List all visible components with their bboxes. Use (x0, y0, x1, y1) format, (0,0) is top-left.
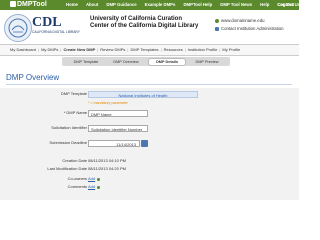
calendar-icon[interactable] (141, 140, 148, 147)
logout-link[interactable]: Log Out (278, 2, 294, 8)
dmptool-logo[interactable]: DMPTool (10, 1, 47, 9)
modification-date-label: Last Modification Date (47, 166, 87, 171)
top-navigation-bar: DMPTool Home About DMP Guidance Example … (0, 0, 300, 10)
top-nav-home[interactable]: Home (66, 2, 78, 8)
deadline-input[interactable]: 11/14/2013 (88, 140, 140, 147)
dmp-step-tabs: DMP Template DMP Overview DMP Details DM… (62, 57, 230, 66)
secondary-navigation: My Dashboard | My DMPs | Create New DMP | R… (0, 44, 299, 56)
tab-dmp-overview[interactable]: DMP Overview (108, 59, 144, 65)
top-nav-help[interactable]: Help (260, 2, 269, 8)
deadline-label: Submission Deadline (49, 140, 87, 145)
top-nav-links: Home About DMP Guidance Example DMPs DMP… (66, 2, 300, 8)
coowners-label: Co-owners (67, 176, 87, 181)
cdl-logo-subtitle: CALIFORNIA DIGITAL LIBRARY (32, 30, 80, 34)
contact-admin-text: Contact Institution Administration (221, 26, 284, 31)
title-divider (6, 84, 292, 85)
tab-dmp-preview[interactable]: DMP Preview (189, 59, 225, 65)
creation-date-value: 08/11/2013 04:10 PM (88, 158, 126, 163)
add-comment-icon[interactable] (97, 185, 100, 189)
subnav-resources[interactable]: Resources (162, 47, 185, 53)
subnav-create-new-dmp[interactable]: Create New DMP (61, 47, 97, 53)
top-nav-dmptool-help[interactable]: DMPTool Help (183, 2, 212, 8)
creation-date-label: Creation Date (62, 158, 87, 163)
dmp-overview-form: DMP Template National Institutes of Heal… (0, 88, 299, 200)
page-title: DMP Overview (6, 73, 60, 82)
top-nav-about[interactable]: About (86, 2, 98, 8)
subnav-my-dmps[interactable]: My DMPs (39, 47, 60, 53)
cdl-logo-icon (4, 14, 32, 42)
institution-header: CDL CALIFORNIA DIGITAL LIBRARY Universit… (0, 10, 299, 44)
contact-icon (215, 27, 219, 31)
institution-website-link[interactable]: www.domainname.edu (215, 17, 284, 25)
contact-admin-link[interactable]: Contact Institution Administration (215, 25, 284, 33)
tab-dmp-template[interactable]: DMP Template (68, 59, 104, 65)
dmp-name-input[interactable]: DMP Name (88, 110, 148, 117)
mandatory-note: * = mandatory parameter (88, 101, 128, 105)
add-coowner-link[interactable]: Add (88, 176, 95, 182)
subnav-dmp-templates[interactable]: DMP Templates (128, 47, 160, 53)
solicitation-input[interactable]: Solicitation Identifier Number (88, 125, 148, 132)
dmptool-logo-text: DMPTool (17, 1, 47, 8)
add-coowner-icon[interactable] (97, 177, 100, 181)
top-nav-dmp-tool-news[interactable]: DMP Tool News (220, 2, 252, 8)
solicitation-label: Solicitation Identifier (51, 125, 87, 130)
template-label: DMP Template (60, 91, 87, 96)
modification-date-value: 08/11/2013 04:20 PM (88, 166, 126, 171)
globe-icon (215, 19, 219, 23)
comments-label: Comments (67, 184, 87, 189)
add-comment-link[interactable]: Add (88, 184, 95, 190)
top-nav-dmp-guidance[interactable]: DMP Guidance (106, 2, 136, 8)
top-nav-example-dmps[interactable]: Example DMPs (145, 2, 176, 8)
subnav-my-dashboard[interactable]: My Dashboard (8, 47, 38, 53)
subnav-institution-profile[interactable]: Institution Profile (186, 47, 220, 53)
cdl-logo-text: CDL (32, 15, 62, 30)
subnav-review-dmps[interactable]: Review DMPs (98, 47, 127, 53)
dmp-name-label: * DMP Name (64, 110, 87, 116)
tab-dmp-details[interactable]: DMP Details (148, 58, 186, 66)
subnav-my-profile[interactable]: My Profile (220, 47, 242, 53)
institution-links: www.domainname.edu Contact Institution A… (215, 17, 284, 33)
dmptool-logo-icon (10, 1, 16, 7)
template-value: National Institutes of Health (88, 91, 198, 98)
institution-title: University of California Curation Center… (90, 16, 199, 29)
institution-website-text: www.domainname.edu (221, 18, 265, 23)
dmp-name-label-text: * DMP Name (63, 110, 87, 115)
